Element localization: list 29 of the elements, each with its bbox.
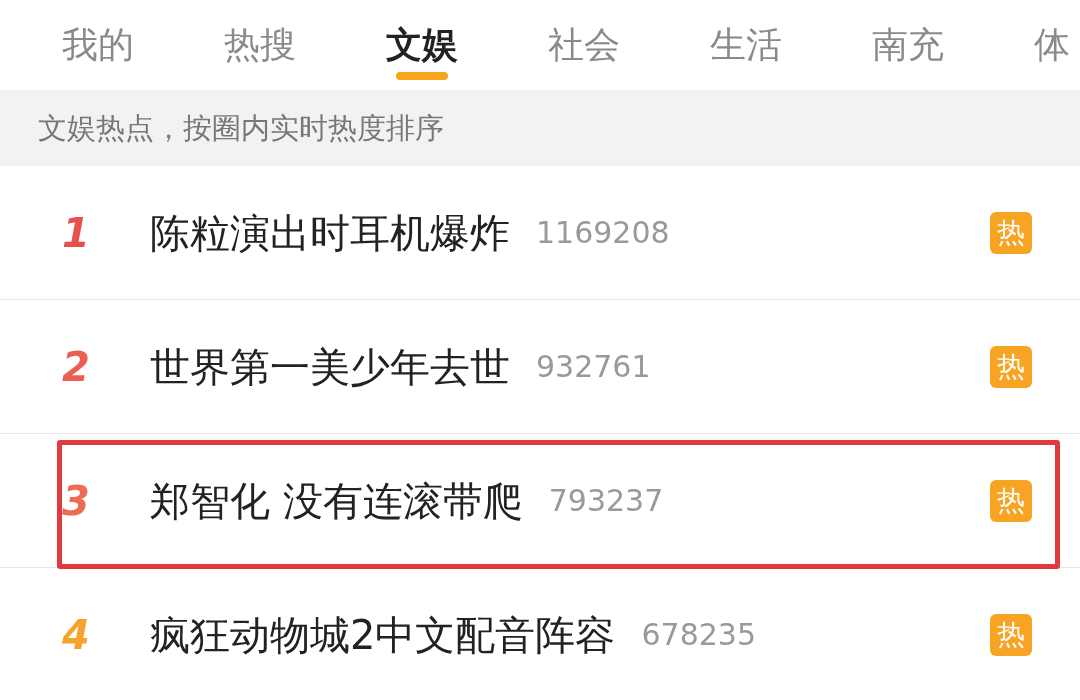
heat-count: 1169208: [536, 214, 670, 252]
heat-count: 932761: [536, 348, 651, 386]
tab[interactable]: 南充: [872, 0, 944, 90]
topic-title: 疯狂动物城2中文配音阵容: [150, 610, 616, 660]
hot-badge: 热: [990, 479, 1032, 522]
hot-badge: 热: [990, 345, 1032, 388]
hot-badge: 热: [990, 613, 1032, 656]
hot-search-row[interactable]: 3 郑智化 没有连滚带爬 793237 热: [0, 434, 1080, 568]
tab[interactable]: 文娱: [386, 0, 458, 90]
tab[interactable]: 我的: [62, 0, 134, 90]
rank-number: 3: [61, 476, 91, 526]
rank-number: 2: [61, 342, 91, 392]
tab[interactable]: 体: [1034, 0, 1070, 90]
tab[interactable]: 热搜: [224, 0, 296, 90]
topic-title: 世界第一美少年去世: [150, 342, 510, 392]
tab[interactable]: 社会: [548, 0, 620, 90]
rank-number: 1: [61, 208, 91, 258]
tab[interactable]: 生活: [710, 0, 782, 90]
heat-count: 678235: [641, 616, 756, 654]
rank-number: 4: [61, 610, 91, 660]
hot-search-row[interactable]: 2 世界第一美少年去世 932761 热: [0, 300, 1080, 434]
tab-underline: [396, 72, 448, 80]
heat-count: 793237: [548, 482, 664, 520]
topic-title: 郑智化 没有连滚带爬: [150, 476, 523, 526]
section-hint: 文娱热点，按圈内实时热度排序: [0, 90, 1080, 166]
hot-search-row[interactable]: 1 陈粒演出时耳机爆炸 1169208 热: [0, 166, 1080, 300]
topic-title: 陈粒演出时耳机爆炸: [150, 208, 510, 258]
hot-search-row[interactable]: 4 疯狂动物城2中文配音阵容 678235 热: [0, 568, 1080, 700]
hot-badge: 热: [990, 211, 1032, 254]
